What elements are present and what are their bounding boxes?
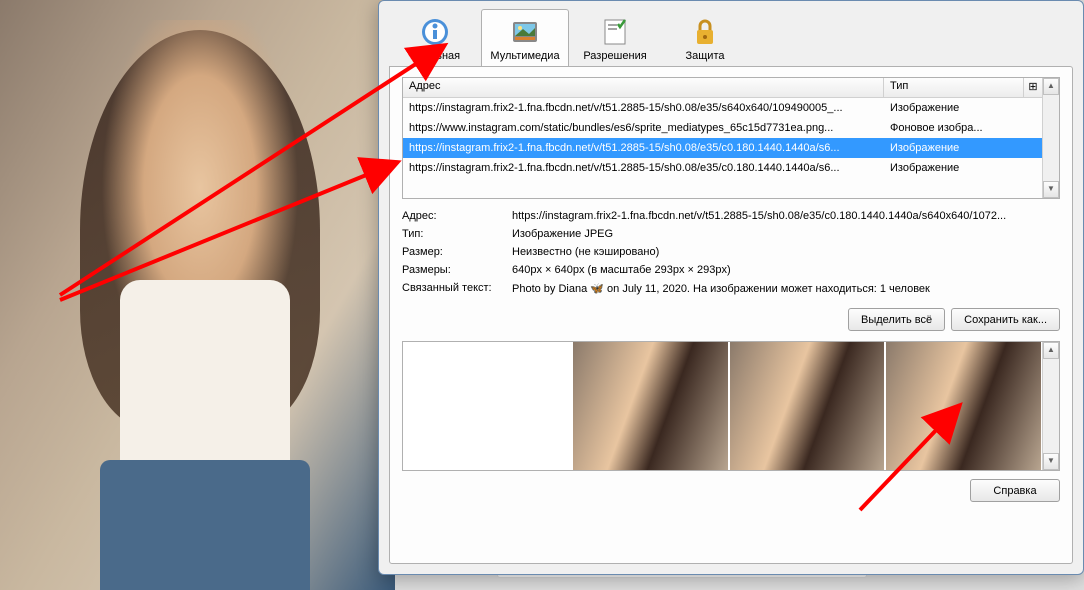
grid-row-selected[interactable]: https://instagram.frix2-1.fna.fbcdn.net/… (403, 138, 1042, 158)
detail-type-label: Тип: (402, 228, 512, 240)
page-info-dialog: Основная Мультимедиа Разрешения Защита А… (378, 0, 1084, 575)
detail-address-label: Адрес: (402, 210, 512, 222)
select-all-button[interactable]: Выделить всё (848, 308, 945, 331)
detail-alttext-value: Photo by Diana 🦋 on July 11, 2020. На из… (512, 282, 1060, 295)
details-panel: Адрес: https://instagram.frix2-1.fna.fbc… (402, 207, 1060, 298)
scroll-down-icon[interactable]: ▼ (1043, 181, 1059, 198)
grid-scrollbar[interactable]: ▲ ▼ (1042, 78, 1059, 198)
header-address[interactable]: Адрес (403, 78, 884, 97)
detail-alttext-label: Связанный текст: (402, 282, 512, 295)
preview-thumbnail[interactable] (730, 342, 885, 470)
info-icon (419, 16, 451, 48)
permissions-icon (599, 16, 631, 48)
scroll-up-icon[interactable]: ▲ (1043, 78, 1059, 95)
media-icon (509, 16, 541, 48)
scroll-up-icon[interactable]: ▲ (1043, 342, 1059, 359)
action-buttons-row: Выделить всё Сохранить как... (402, 308, 1060, 331)
media-panel: Адрес Тип ⊞ https://instagram.frix2-1.fn… (389, 66, 1073, 564)
tab-general[interactable]: Основная (391, 9, 479, 67)
background-photo (0, 0, 395, 590)
grid-row[interactable]: https://www.instagram.com/static/bundles… (403, 118, 1042, 138)
detail-size-value: Неизвестно (не кэшировано) (512, 246, 1060, 258)
header-type[interactable]: Тип (884, 78, 1024, 97)
preview-strip: ▲ ▼ (402, 341, 1060, 471)
save-as-button[interactable]: Сохранить как... (951, 308, 1060, 331)
lock-icon (689, 16, 721, 48)
detail-size-label: Размер: (402, 246, 512, 258)
detail-address-value: https://instagram.frix2-1.fna.fbcdn.net/… (512, 210, 1060, 222)
detail-dimensions-label: Размеры: (402, 264, 512, 276)
scroll-down-icon[interactable]: ▼ (1043, 453, 1059, 470)
grid-row[interactable]: https://instagram.frix2-1.fna.fbcdn.net/… (403, 158, 1042, 178)
tab-security[interactable]: Защита (661, 9, 749, 67)
preview-thumbnail[interactable] (573, 342, 728, 470)
preview-scrollbar[interactable]: ▲ ▼ (1042, 342, 1059, 470)
grid-header: Адрес Тип ⊞ (403, 78, 1042, 98)
header-column-picker[interactable]: ⊞ (1024, 78, 1042, 97)
detail-type-value: Изображение JPEG (512, 228, 1060, 240)
tab-permissions[interactable]: Разрешения (571, 9, 659, 67)
tab-bar: Основная Мультимедиа Разрешения Защита (389, 7, 1073, 67)
detail-dimensions-value: 640px × 640px (в масштабе 293px × 293px) (512, 264, 1060, 276)
tab-media[interactable]: Мультимедиа (481, 9, 569, 67)
media-grid: Адрес Тип ⊞ https://instagram.frix2-1.fn… (402, 77, 1060, 199)
grid-row[interactable]: https://instagram.frix2-1.fna.fbcdn.net/… (403, 98, 1042, 118)
help-button[interactable]: Справка (970, 479, 1060, 502)
preview-thumbnail[interactable] (886, 342, 1041, 470)
